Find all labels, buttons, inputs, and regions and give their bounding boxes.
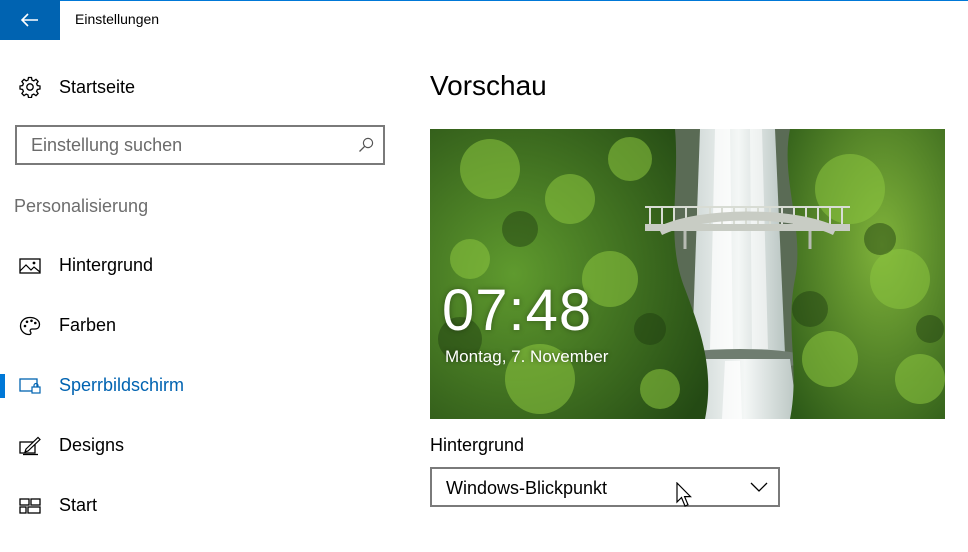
sidebar-item-designs[interactable]: Designs bbox=[0, 426, 390, 466]
background-dropdown-value: Windows-Blickpunkt bbox=[446, 478, 608, 498]
chevron-down-icon bbox=[750, 482, 768, 492]
start-tiles-icon bbox=[19, 496, 41, 516]
waterfall-landscape-image bbox=[430, 129, 945, 419]
title-bar-accent-line bbox=[60, 0, 968, 1]
active-indicator bbox=[0, 374, 5, 398]
arrow-left-icon bbox=[21, 13, 38, 27]
back-button[interactable] bbox=[0, 0, 60, 40]
lock-screen-time: 07:48 bbox=[442, 278, 593, 343]
designs-icon bbox=[19, 436, 41, 456]
page-title: Vorschau bbox=[430, 70, 547, 101]
image-icon bbox=[19, 256, 41, 276]
search-box[interactable] bbox=[15, 125, 385, 165]
lock-screen-date: Montag, 7. November bbox=[445, 347, 609, 366]
search-input[interactable] bbox=[17, 127, 349, 163]
sidebar-item-label: Hintergrund bbox=[59, 255, 154, 275]
palette-icon bbox=[19, 316, 41, 336]
window-title: Einstellungen bbox=[75, 11, 160, 27]
sidebar-item-start[interactable]: Start bbox=[0, 486, 390, 526]
sidebar-item-label: Start bbox=[59, 495, 98, 515]
home-link[interactable]: Startseite bbox=[19, 74, 135, 100]
gear-icon bbox=[19, 76, 41, 98]
sidebar-item-hintergrund[interactable]: Hintergrund bbox=[0, 246, 390, 286]
lock-screen-icon bbox=[19, 376, 41, 396]
search-icon[interactable] bbox=[349, 127, 383, 163]
section-heading: Personalisierung bbox=[14, 196, 149, 216]
mouse-pointer-icon bbox=[676, 482, 692, 507]
home-label: Startseite bbox=[59, 76, 136, 97]
sidebar-item-sperrbildschirm[interactable]: Sperrbildschirm bbox=[0, 366, 390, 406]
sidebar-item-label: Sperrbildschirm bbox=[59, 375, 185, 395]
background-label: Hintergrund bbox=[430, 435, 525, 455]
sidebar-item-label: Farben bbox=[59, 315, 117, 335]
sidebar-item-label: Designs bbox=[59, 435, 125, 455]
lock-screen-preview: 07:48 Montag, 7. November bbox=[430, 129, 945, 419]
background-dropdown[interactable]: Windows-Blickpunkt bbox=[430, 467, 780, 507]
sidebar-item-farben[interactable]: Farben bbox=[0, 306, 390, 346]
